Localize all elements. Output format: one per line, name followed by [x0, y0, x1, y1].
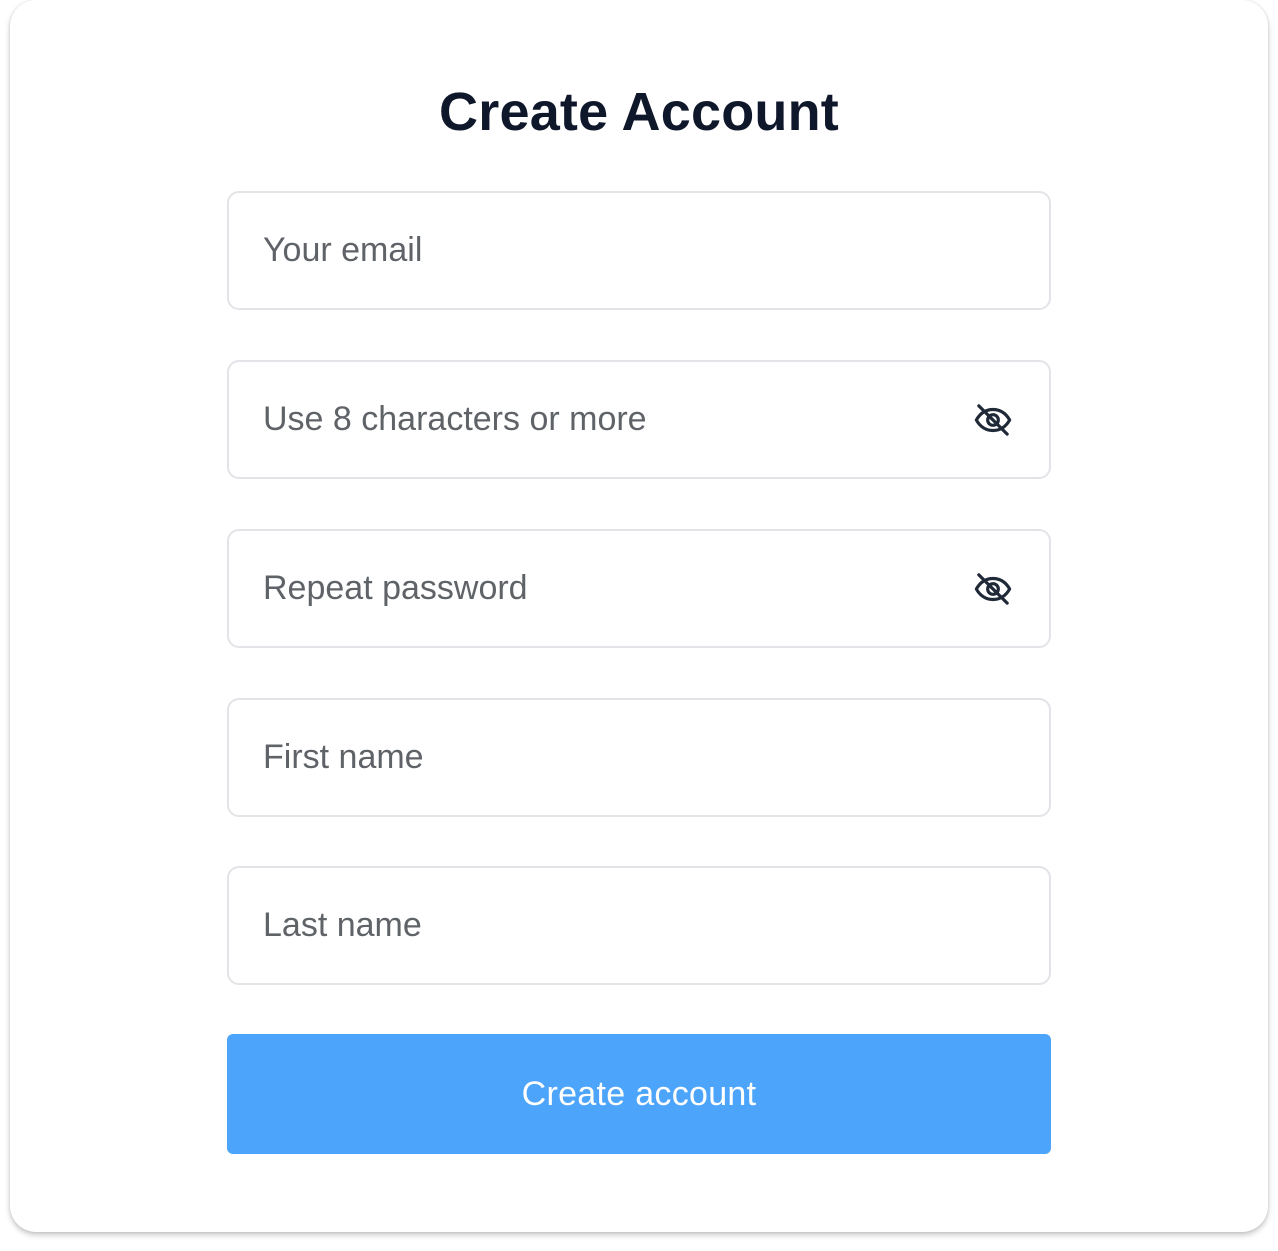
eye-off-icon[interactable]: [973, 569, 1013, 609]
create-account-button[interactable]: Create account: [227, 1034, 1051, 1154]
password-input[interactable]: [229, 362, 973, 477]
email-field[interactable]: [227, 191, 1051, 310]
page-title: Create Account: [439, 82, 839, 142]
email-input[interactable]: [229, 193, 1049, 308]
repeat-password-input[interactable]: [229, 531, 973, 646]
signup-card: Create Account Create account: [10, 0, 1268, 1232]
repeat-password-field[interactable]: [227, 529, 1051, 648]
last-name-field[interactable]: [227, 866, 1051, 985]
first-name-input[interactable]: [229, 700, 1049, 815]
last-name-input[interactable]: [229, 868, 1049, 983]
password-field[interactable]: [227, 360, 1051, 479]
eye-off-icon[interactable]: [973, 400, 1013, 440]
first-name-field[interactable]: [227, 698, 1051, 817]
